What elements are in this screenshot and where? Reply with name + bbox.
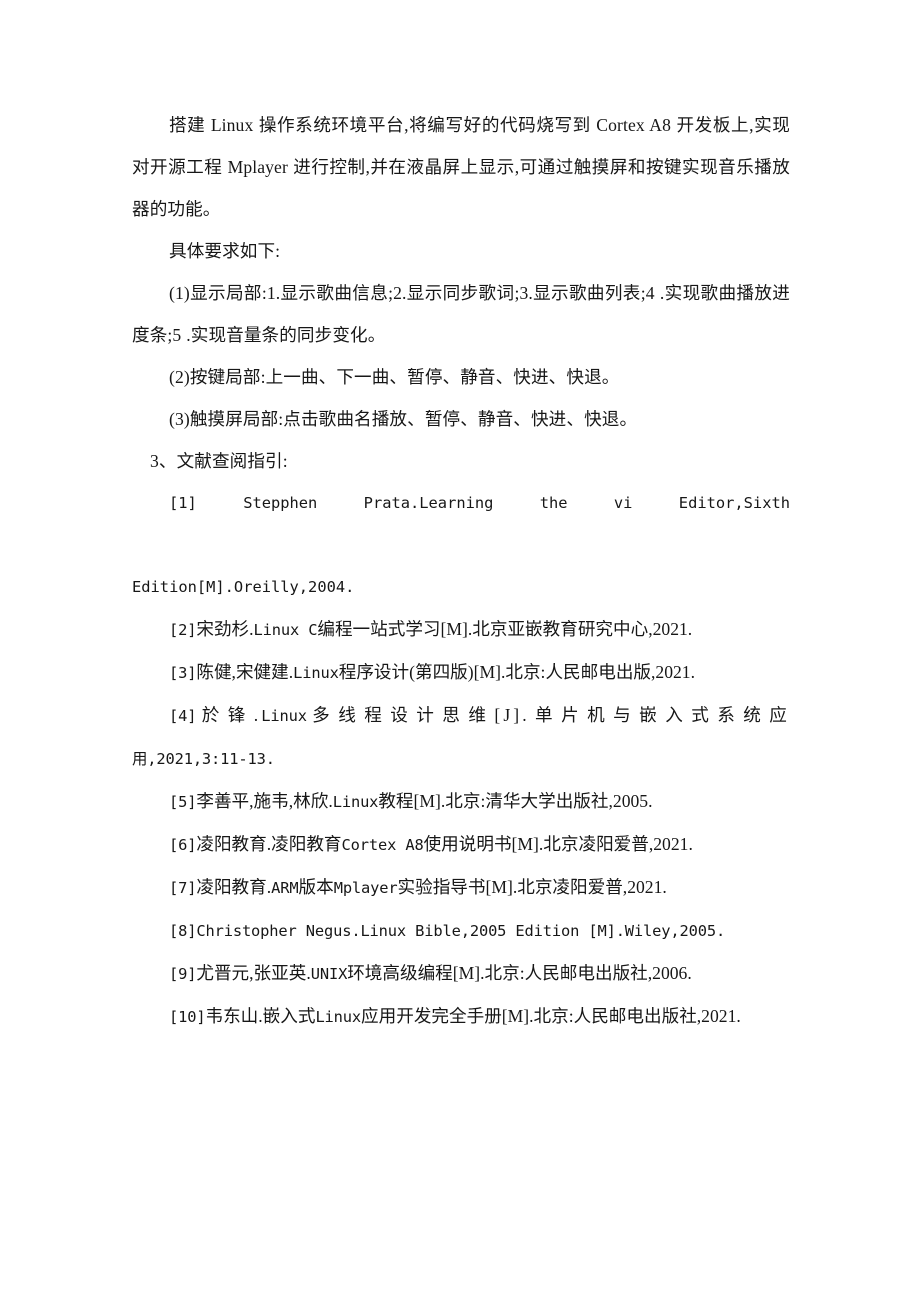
reference-2-marker: [2] (169, 621, 197, 639)
reference-item-2: [2]宋劲杉.Linux C编程一站式学习[M].北京亚嵌教育研究中心,2021… (132, 608, 790, 651)
reference-10-marker: [10] (169, 1008, 206, 1026)
reference-10-latin: Linux (315, 1008, 362, 1026)
reference-10-line-2: 社,2021. (679, 1006, 741, 1026)
requirements-heading: 具体要求如下: (169, 241, 281, 261)
reference-item-5: [5]李善平,施韦,林欣.Linux教程[M].北京:清华大学出版社,2005. (132, 780, 790, 823)
reference-9-author: 尤晋元,张亚英. (196, 963, 311, 983)
reference-3-title: 程序设计(第四版)[M].北京:人民邮电出版,2021. (338, 662, 695, 682)
document-page: 搭建 Linux 操作系统环境平台,将编写好的代码烧写到 Cortex A8 开… (0, 0, 920, 1302)
reference-9-latin: UNIX (310, 965, 348, 983)
requirement-item-2: (2)按键局部:上一曲、下一曲、暂停、静音、快进、快退。 (169, 367, 620, 387)
reference-6-latin: Cortex A8 (341, 836, 424, 854)
requirement-item-3: (3)触摸屏局部:点击歌曲名播放、暂停、静音、快进、快退。 (169, 409, 638, 429)
reference-1-marker: [1] (169, 494, 197, 512)
reference-4-line-1: [4]於锋.Linux多线程设计思维[J].单片机与嵌入式系统应 (169, 705, 790, 725)
reference-9-title: 环境高级编程[M].北京:人民邮电出版社,2006. (347, 963, 692, 983)
reference-4-author: 於锋. (196, 705, 262, 725)
reference-item-3: [3]陈健,宋健建.Linux程序设计(第四版)[M].北京:人民邮电出版,20… (132, 651, 790, 694)
reference-7-author: 凌阳教育. (196, 877, 272, 897)
reference-3-latin: Linux (293, 664, 339, 682)
reference-4-title: 多线程设计思维[J].单片机与嵌入式系统应 (306, 705, 790, 725)
reference-8-text: Christopher Negus.Linux Bible,2005 Editi… (196, 922, 726, 940)
reference-3-author: 陈健,宋健建. (196, 662, 294, 682)
reference-4-line-2: 用,2021,3:11-13. (132, 750, 275, 768)
reference-item-9: [9]尤晋元,张亚英.UNIX环境高级编程[M].北京:人民邮电出版社,2006… (132, 952, 790, 995)
reference-1-text-line-2: Edition[M].Oreilly,2004. (132, 578, 355, 596)
reference-6-marker: [6] (169, 836, 197, 854)
reference-2-latin: Linux C (253, 621, 318, 639)
reference-7-latin-mplayer: Mplayer (333, 879, 398, 897)
reference-5-author: 李善平,施韦,林欣. (196, 791, 333, 811)
intro-paragraph: 搭建 Linux 操作系统环境平台,将编写好的代码烧写到 Cortex A8 开… (132, 115, 790, 219)
reference-item-7: [7]凌阳教育.ARM版本Mplayer实验指导书[M].北京凌阳爱普,2021… (132, 866, 790, 909)
reference-5-latin: Linux (332, 793, 379, 811)
reference-7-mid: 版本 (298, 877, 334, 897)
reference-item-6: [6]凌阳教育.凌阳教育Cortex A8使用说明书[M].北京凌阳爱普,202… (132, 823, 790, 866)
reference-3-marker: [3] (169, 664, 197, 682)
reference-2-title: 编程一站式学习[M].北京亚嵌教育研究中心,2021. (317, 619, 693, 639)
reference-7-latin-arm: ARM (271, 879, 299, 897)
requirement-item-1: (1)显示局部:1.显示歌曲信息;2.显示同步歌词;3.显示歌曲列表;4 .实现… (132, 283, 790, 345)
reference-8-marker: [8] (169, 922, 197, 940)
document-text-column: 搭建 Linux 操作系统环境平台,将编写好的代码烧写到 Cortex A8 开… (132, 104, 790, 1038)
reference-10-author: 韦东山.嵌入式 (205, 1006, 316, 1026)
reference-7-marker: [7] (169, 879, 197, 897)
reference-item-4: [4]於锋.Linux多线程设计思维[J].单片机与嵌入式系统应用,2021,3… (132, 694, 790, 780)
reference-9-marker: [9] (169, 965, 197, 983)
reference-4-latin: Linux (261, 707, 307, 725)
references-heading: 3、文献查阅指引: (150, 451, 288, 471)
reference-item-1: [1] Stepphen Prata.Learning the vi Edito… (132, 482, 790, 608)
reference-5-title: 教程[M].北京:清华大学出版社,2005. (378, 791, 653, 811)
reference-5-marker: [5] (169, 793, 197, 811)
reference-1-text-line-1: Stepphen Prata.Learning the vi Editor,Si… (243, 494, 790, 512)
reference-7-title: 实验指导书[M].北京凌阳爱普,2021. (397, 877, 667, 897)
reference-1-line-1: [1] Stepphen Prata.Learning the vi Edito… (132, 482, 790, 566)
reference-2-author: 宋劲杉. (196, 619, 254, 639)
reference-item-10: [10]韦东山.嵌入式Linux应用开发完全手册[M].北京:人民邮电出版社,2… (132, 995, 790, 1038)
reference-6-author: 凌阳教育.凌阳教育 (196, 834, 342, 854)
reference-6-title: 使用说明书[M].北京凌阳爱普,2021. (423, 834, 693, 854)
reference-10-title: 应用开发完全手册[M].北京:人民邮电出版 (361, 1006, 680, 1026)
reference-item-8: [8]Christopher Negus.Linux Bible,2005 Ed… (132, 909, 790, 952)
reference-4-marker: [4] (169, 707, 197, 725)
